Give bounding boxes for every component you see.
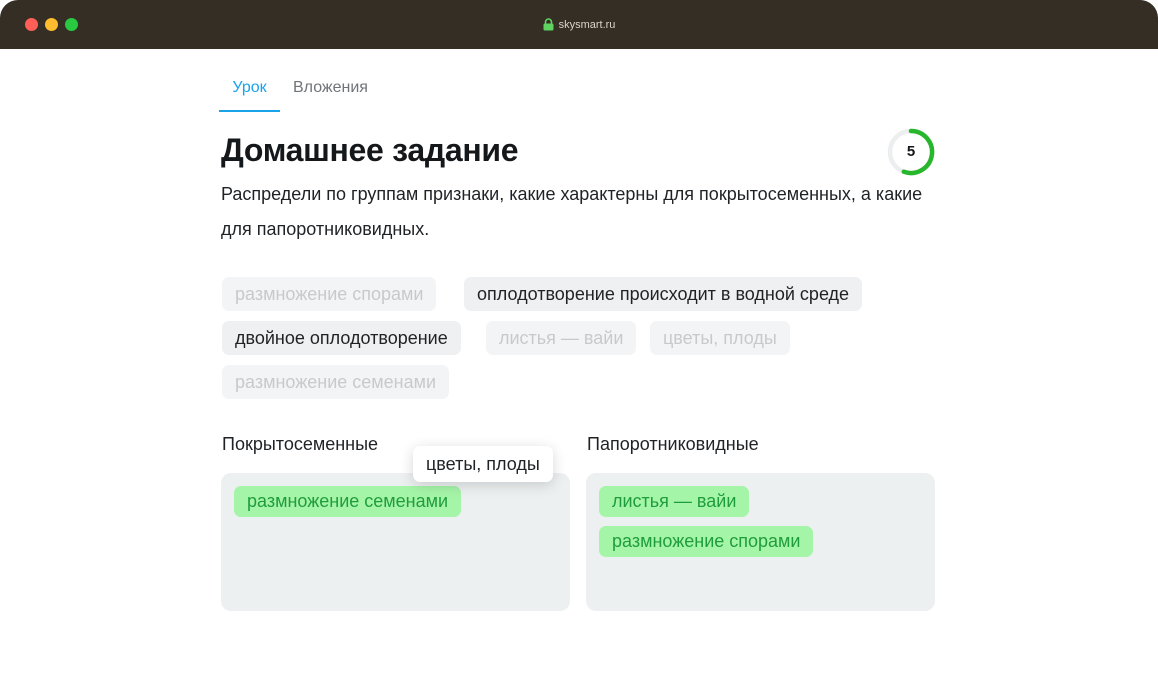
- answer-chip-fronds-used: листья — вайи: [486, 321, 637, 355]
- score-value: 5: [906, 143, 916, 160]
- page-title: Домашнее задание: [221, 132, 519, 168]
- browser-window: skysmart.ru Урок Вложения Домашнее задан…: [0, 0, 1158, 700]
- tab-lesson[interactable]: Урок: [219, 76, 280, 112]
- dragging-chip-flowers[interactable]: цветы, плоды: [413, 446, 553, 482]
- lock-icon: [543, 17, 554, 31]
- placed-chip-spores[interactable]: размножение спорами: [599, 526, 814, 557]
- group-label-ferns: Папоротниковидные: [587, 434, 759, 454]
- answer-chip-water-fertilization[interactable]: оплодотворение происходит в водной среде: [464, 277, 863, 311]
- browser-titlebar: skysmart.ru: [0, 0, 1158, 49]
- placed-chip-seeds[interactable]: размножение семенами: [234, 486, 462, 517]
- address-bar[interactable]: skysmart.ru: [0, 16, 1158, 34]
- tab-attachments[interactable]: Вложения: [293, 76, 368, 110]
- answer-chip-double-fertilization[interactable]: двойное оплодотворение: [222, 321, 461, 355]
- answer-chip-seeds-used: размножение семенами: [222, 365, 450, 399]
- score-indicator: 5: [886, 127, 936, 177]
- answer-chip-spores-used: размножение спорами: [222, 277, 437, 311]
- url-text: skysmart.ru: [558, 19, 616, 31]
- task-description: Распредели по группам признаки, какие ха…: [221, 184, 923, 239]
- group-label-angiosperms: Покрытосеменные: [222, 434, 379, 454]
- answer-chip-flowers-used: цветы, плоды: [650, 321, 790, 355]
- placed-chip-fronds[interactable]: листья — вайи: [599, 486, 750, 517]
